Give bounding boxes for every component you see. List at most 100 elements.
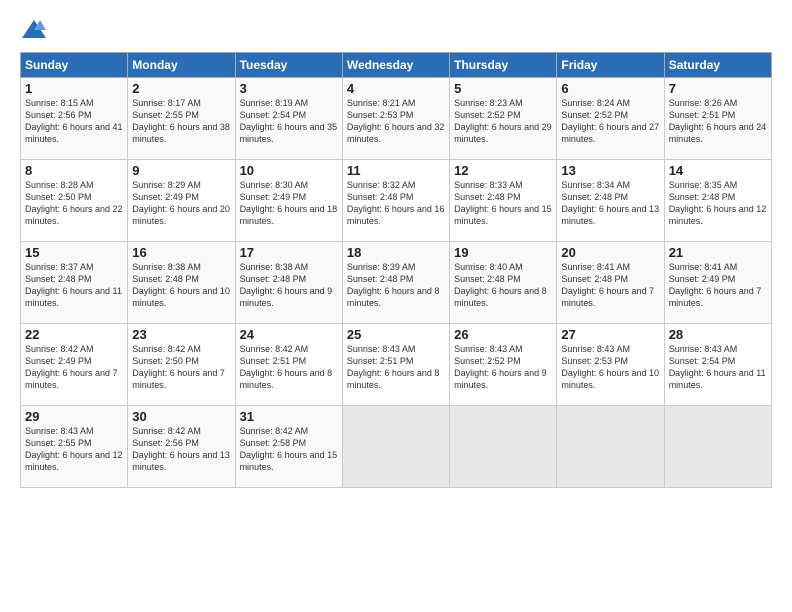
- day-info: Sunrise: 8:24 AMSunset: 2:52 PMDaylight:…: [561, 98, 659, 144]
- weekday-header-tuesday: Tuesday: [235, 53, 342, 78]
- day-number: 31: [240, 409, 338, 424]
- day-number: 28: [669, 327, 767, 342]
- day-number: 26: [454, 327, 552, 342]
- day-info: Sunrise: 8:37 AMSunset: 2:48 PMDaylight:…: [25, 262, 122, 308]
- day-number: 23: [132, 327, 230, 342]
- header: [20, 16, 772, 44]
- day-info: Sunrise: 8:21 AMSunset: 2:53 PMDaylight:…: [347, 98, 445, 144]
- day-info: Sunrise: 8:39 AMSunset: 2:48 PMDaylight:…: [347, 262, 440, 308]
- day-info: Sunrise: 8:42 AMSunset: 2:56 PMDaylight:…: [132, 426, 230, 472]
- calendar-cell: 18 Sunrise: 8:39 AMSunset: 2:48 PMDaylig…: [342, 242, 449, 324]
- day-info: Sunrise: 8:42 AMSunset: 2:49 PMDaylight:…: [25, 344, 118, 390]
- calendar-cell: 16 Sunrise: 8:38 AMSunset: 2:48 PMDaylig…: [128, 242, 235, 324]
- page: SundayMondayTuesdayWednesdayThursdayFrid…: [0, 0, 792, 612]
- calendar-cell: 23 Sunrise: 8:42 AMSunset: 2:50 PMDaylig…: [128, 324, 235, 406]
- day-info: Sunrise: 8:28 AMSunset: 2:50 PMDaylight:…: [25, 180, 123, 226]
- day-number: 11: [347, 163, 445, 178]
- day-info: Sunrise: 8:34 AMSunset: 2:48 PMDaylight:…: [561, 180, 659, 226]
- calendar-cell: [342, 406, 449, 488]
- calendar-cell: 25 Sunrise: 8:43 AMSunset: 2:51 PMDaylig…: [342, 324, 449, 406]
- calendar-cell: 10 Sunrise: 8:30 AMSunset: 2:49 PMDaylig…: [235, 160, 342, 242]
- calendar-cell: [450, 406, 557, 488]
- day-info: Sunrise: 8:38 AMSunset: 2:48 PMDaylight:…: [240, 262, 333, 308]
- calendar-cell: 20 Sunrise: 8:41 AMSunset: 2:48 PMDaylig…: [557, 242, 664, 324]
- calendar-table: SundayMondayTuesdayWednesdayThursdayFrid…: [20, 52, 772, 488]
- calendar-cell: 19 Sunrise: 8:40 AMSunset: 2:48 PMDaylig…: [450, 242, 557, 324]
- calendar-cell: 14 Sunrise: 8:35 AMSunset: 2:48 PMDaylig…: [664, 160, 771, 242]
- day-number: 17: [240, 245, 338, 260]
- day-number: 9: [132, 163, 230, 178]
- day-number: 1: [25, 81, 123, 96]
- weekday-header-thursday: Thursday: [450, 53, 557, 78]
- calendar-cell: 1 Sunrise: 8:15 AMSunset: 2:56 PMDayligh…: [21, 78, 128, 160]
- calendar-cell: 6 Sunrise: 8:24 AMSunset: 2:52 PMDayligh…: [557, 78, 664, 160]
- day-number: 5: [454, 81, 552, 96]
- calendar-week-1: 1 Sunrise: 8:15 AMSunset: 2:56 PMDayligh…: [21, 78, 772, 160]
- logo: [20, 16, 52, 44]
- day-number: 13: [561, 163, 659, 178]
- day-number: 12: [454, 163, 552, 178]
- calendar-cell: [664, 406, 771, 488]
- day-number: 24: [240, 327, 338, 342]
- calendar-cell: 8 Sunrise: 8:28 AMSunset: 2:50 PMDayligh…: [21, 160, 128, 242]
- day-info: Sunrise: 8:41 AMSunset: 2:48 PMDaylight:…: [561, 262, 654, 308]
- day-number: 14: [669, 163, 767, 178]
- day-number: 4: [347, 81, 445, 96]
- calendar-week-5: 29 Sunrise: 8:43 AMSunset: 2:55 PMDaylig…: [21, 406, 772, 488]
- calendar-cell: 17 Sunrise: 8:38 AMSunset: 2:48 PMDaylig…: [235, 242, 342, 324]
- calendar-cell: 27 Sunrise: 8:43 AMSunset: 2:53 PMDaylig…: [557, 324, 664, 406]
- weekday-header-friday: Friday: [557, 53, 664, 78]
- day-number: 21: [669, 245, 767, 260]
- calendar-cell: 15 Sunrise: 8:37 AMSunset: 2:48 PMDaylig…: [21, 242, 128, 324]
- day-info: Sunrise: 8:38 AMSunset: 2:48 PMDaylight:…: [132, 262, 230, 308]
- calendar-cell: 31 Sunrise: 8:42 AMSunset: 2:58 PMDaylig…: [235, 406, 342, 488]
- day-number: 15: [25, 245, 123, 260]
- day-number: 19: [454, 245, 552, 260]
- day-info: Sunrise: 8:43 AMSunset: 2:51 PMDaylight:…: [347, 344, 440, 390]
- calendar-cell: [557, 406, 664, 488]
- day-info: Sunrise: 8:41 AMSunset: 2:49 PMDaylight:…: [669, 262, 762, 308]
- day-number: 29: [25, 409, 123, 424]
- day-info: Sunrise: 8:30 AMSunset: 2:49 PMDaylight:…: [240, 180, 338, 226]
- calendar-cell: 13 Sunrise: 8:34 AMSunset: 2:48 PMDaylig…: [557, 160, 664, 242]
- calendar-week-4: 22 Sunrise: 8:42 AMSunset: 2:49 PMDaylig…: [21, 324, 772, 406]
- day-info: Sunrise: 8:23 AMSunset: 2:52 PMDaylight:…: [454, 98, 552, 144]
- weekday-header-row: SundayMondayTuesdayWednesdayThursdayFrid…: [21, 53, 772, 78]
- day-info: Sunrise: 8:42 AMSunset: 2:50 PMDaylight:…: [132, 344, 225, 390]
- day-number: 8: [25, 163, 123, 178]
- weekday-header-saturday: Saturday: [664, 53, 771, 78]
- calendar-week-2: 8 Sunrise: 8:28 AMSunset: 2:50 PMDayligh…: [21, 160, 772, 242]
- day-number: 10: [240, 163, 338, 178]
- day-info: Sunrise: 8:19 AMSunset: 2:54 PMDaylight:…: [240, 98, 338, 144]
- weekday-header-sunday: Sunday: [21, 53, 128, 78]
- day-info: Sunrise: 8:43 AMSunset: 2:54 PMDaylight:…: [669, 344, 766, 390]
- day-number: 18: [347, 245, 445, 260]
- day-number: 25: [347, 327, 445, 342]
- calendar-cell: 30 Sunrise: 8:42 AMSunset: 2:56 PMDaylig…: [128, 406, 235, 488]
- day-number: 30: [132, 409, 230, 424]
- calendar-cell: 28 Sunrise: 8:43 AMSunset: 2:54 PMDaylig…: [664, 324, 771, 406]
- day-info: Sunrise: 8:15 AMSunset: 2:56 PMDaylight:…: [25, 98, 123, 144]
- day-info: Sunrise: 8:32 AMSunset: 2:48 PMDaylight:…: [347, 180, 445, 226]
- calendar-cell: 2 Sunrise: 8:17 AMSunset: 2:55 PMDayligh…: [128, 78, 235, 160]
- logo-icon: [20, 16, 48, 44]
- day-number: 27: [561, 327, 659, 342]
- calendar-cell: 26 Sunrise: 8:43 AMSunset: 2:52 PMDaylig…: [450, 324, 557, 406]
- calendar-cell: 9 Sunrise: 8:29 AMSunset: 2:49 PMDayligh…: [128, 160, 235, 242]
- day-info: Sunrise: 8:43 AMSunset: 2:55 PMDaylight:…: [25, 426, 123, 472]
- calendar-cell: 12 Sunrise: 8:33 AMSunset: 2:48 PMDaylig…: [450, 160, 557, 242]
- calendar-cell: 21 Sunrise: 8:41 AMSunset: 2:49 PMDaylig…: [664, 242, 771, 324]
- weekday-header-wednesday: Wednesday: [342, 53, 449, 78]
- weekday-header-monday: Monday: [128, 53, 235, 78]
- calendar-cell: 22 Sunrise: 8:42 AMSunset: 2:49 PMDaylig…: [21, 324, 128, 406]
- day-info: Sunrise: 8:40 AMSunset: 2:48 PMDaylight:…: [454, 262, 547, 308]
- day-number: 7: [669, 81, 767, 96]
- day-number: 22: [25, 327, 123, 342]
- calendar-cell: 7 Sunrise: 8:26 AMSunset: 2:51 PMDayligh…: [664, 78, 771, 160]
- calendar-cell: 3 Sunrise: 8:19 AMSunset: 2:54 PMDayligh…: [235, 78, 342, 160]
- calendar-cell: 5 Sunrise: 8:23 AMSunset: 2:52 PMDayligh…: [450, 78, 557, 160]
- day-number: 16: [132, 245, 230, 260]
- day-info: Sunrise: 8:42 AMSunset: 2:58 PMDaylight:…: [240, 426, 338, 472]
- calendar-cell: 4 Sunrise: 8:21 AMSunset: 2:53 PMDayligh…: [342, 78, 449, 160]
- day-info: Sunrise: 8:43 AMSunset: 2:53 PMDaylight:…: [561, 344, 659, 390]
